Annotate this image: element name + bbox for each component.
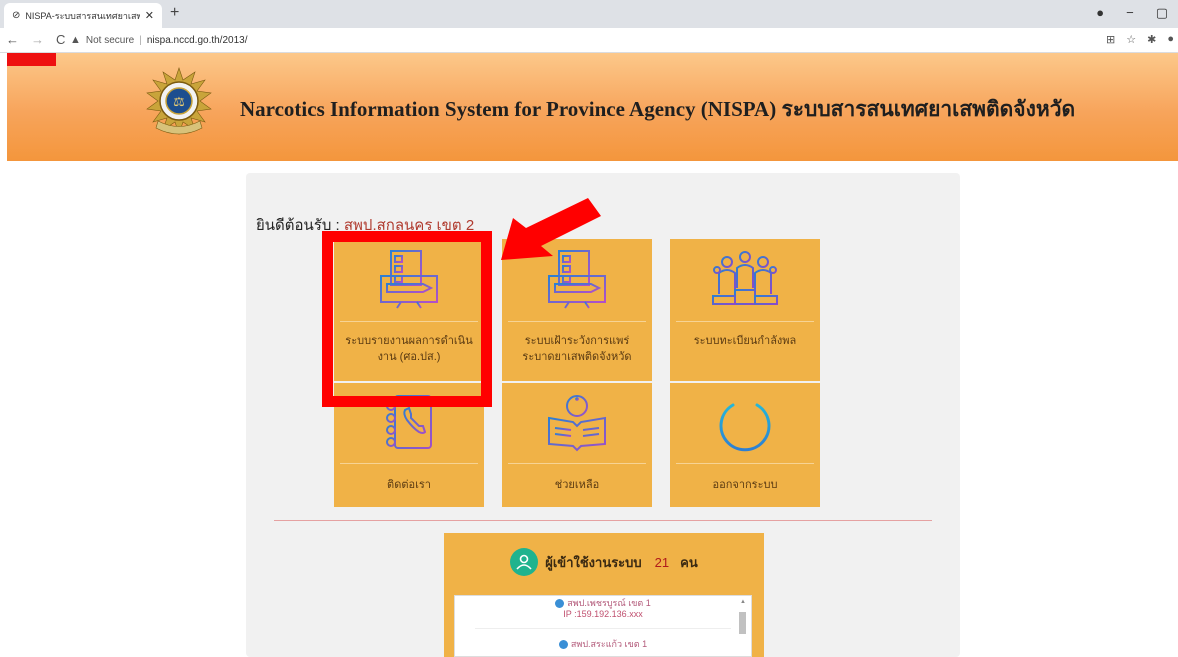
- page-title: Narcotics Information System for Provinc…: [240, 97, 1076, 121]
- section-divider: [274, 520, 932, 521]
- tile-label-line1: ออกจากระบบ: [712, 479, 778, 491]
- tile-label: ระบบทะเบียนกำลังพล: [674, 333, 816, 349]
- online-users-label: ผู้เข้าใช้งานระบบ: [545, 554, 642, 570]
- tile-divider: [340, 463, 478, 464]
- online-users-unit: คน: [680, 554, 698, 570]
- browser-tab-bar: ⊘ NISPA-ระบบสารสนเทศยาเสพติดจังหวัด ✕ + …: [0, 0, 1178, 28]
- svg-text:⚖: ⚖: [173, 95, 185, 110]
- user-name: สพป.สระแก้ว เขต 1: [570, 639, 648, 649]
- tile-divider: [676, 463, 814, 464]
- close-tab-icon[interactable]: ✕: [145, 9, 154, 22]
- user-status-icon: [555, 599, 565, 609]
- tab-title: NISPA-ระบบสารสนเทศยาเสพติดจังหวัด: [25, 10, 140, 21]
- tile-divider: [508, 463, 646, 464]
- url-field[interactable]: ▲ Not secure | nispa.nccd.go.th/2013/: [70, 34, 248, 46]
- security-label: Not secure: [85, 34, 135, 46]
- tile-label-line1: ระบบทะเบียนกำลังพล: [693, 335, 797, 347]
- browser-tab[interactable]: ⊘ NISPA-ระบบสารสนเทศยาเสพติดจังหวัด ✕: [4, 3, 162, 28]
- agency-seal-logo: ⚖: [146, 67, 212, 135]
- tile-logout[interactable]: ออกจากระบบ: [670, 383, 820, 507]
- online-users-list[interactable]: สพป.เพชรบูรณ์ เขต 1 IP :159.192.136.xxx …: [454, 595, 752, 657]
- help-book-icon: [502, 383, 652, 461]
- list-divider: [475, 628, 731, 629]
- online-users-panel: ผู้เข้าใช้งานระบบ 21 คน สพป.เพชรบูรณ์ เข…: [444, 533, 764, 657]
- user-name: สพป.เพชรบูรณ์ เขต 1: [567, 598, 651, 608]
- maximize-button[interactable]: ▢: [1156, 5, 1168, 21]
- power-icon: [670, 383, 820, 461]
- tile-label: ช่วยเหลือ: [506, 477, 648, 493]
- extensions-icon[interactable]: ✱: [1147, 33, 1156, 46]
- tile-label-line1: ระบบเฝ้าระวังการแพร่: [524, 335, 630, 347]
- tile-personnel-registry[interactable]: ระบบทะเบียนกำลังพล: [670, 239, 820, 381]
- back-button[interactable]: ←: [6, 32, 19, 47]
- warning-icon: ▲: [70, 34, 81, 46]
- online-users-header: ผู้เข้าใช้งานระบบ 21 คน: [444, 547, 764, 577]
- tile-label: ติดต่อเรา: [338, 477, 480, 493]
- globe-icon: ⊘: [12, 10, 21, 21]
- minimize-button[interactable]: −: [1126, 5, 1134, 21]
- people-registry-icon: [670, 239, 820, 319]
- tile-label-line2: ระบาดยาเสพติดจังหวัด: [522, 351, 632, 363]
- red-arrow-annotation: [501, 198, 601, 260]
- user-group-icon: [510, 548, 539, 576]
- profile-icon[interactable]: ●: [1096, 5, 1104, 21]
- tile-divider: [676, 321, 814, 322]
- translate-icon[interactable]: ⊞: [1106, 33, 1115, 46]
- address-bar: ← → C ▲ Not secure | nispa.nccd.go.th/20…: [0, 28, 1178, 53]
- scrollbar-thumb[interactable]: [739, 612, 746, 634]
- user-ip: IP :159.192.136.xxx: [563, 609, 643, 619]
- window-controls: ● − ▢: [1096, 5, 1168, 21]
- highlight-box: [322, 231, 492, 407]
- bookmark-star-icon[interactable]: ☆: [1126, 33, 1136, 46]
- tile-help[interactable]: ช่วยเหลือ: [502, 383, 652, 507]
- list-item: สพป.สระแก้ว เขต 1: [455, 639, 751, 650]
- tile-label-line1: ช่วยเหลือ: [554, 479, 600, 491]
- scroll-up-arrow[interactable]: ▲: [740, 599, 746, 605]
- red-marker: [7, 53, 56, 66]
- forward-button[interactable]: →: [31, 32, 44, 47]
- new-tab-button[interactable]: +: [170, 4, 179, 22]
- user-status-icon: [558, 640, 568, 650]
- url-text: nispa.nccd.go.th/2013/: [146, 34, 248, 46]
- account-icon[interactable]: ●: [1167, 33, 1174, 46]
- tile-label-line1: ติดต่อเรา: [387, 479, 431, 491]
- tile-divider: [508, 321, 646, 322]
- list-item: สพป.เพชรบูรณ์ เขต 1 IP :159.192.136.xxx: [455, 598, 751, 620]
- reload-button[interactable]: C: [56, 32, 65, 47]
- online-users-count: 21: [654, 554, 670, 570]
- tile-label: ออกจากระบบ: [674, 477, 816, 493]
- tile-label: ระบบเฝ้าระวังการแพร่ ระบาดยาเสพติดจังหวั…: [506, 333, 648, 365]
